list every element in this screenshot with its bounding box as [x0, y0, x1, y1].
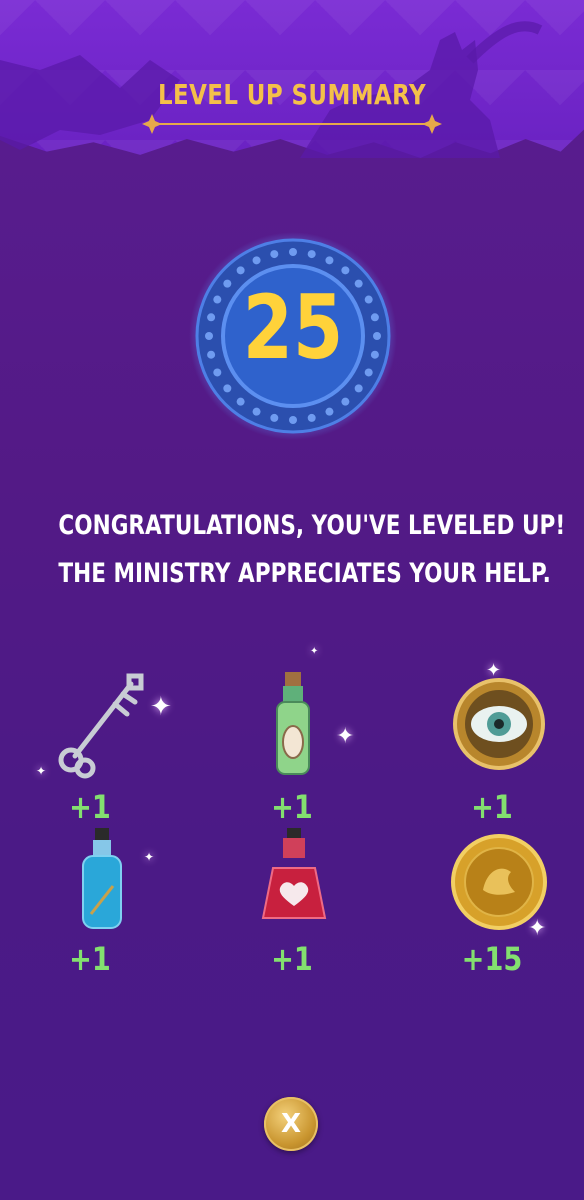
reward-item [424, 668, 574, 780]
key-icon [58, 673, 144, 779]
reward-amount: +15 [461, 940, 523, 978]
eye-amulet-icon [453, 678, 545, 770]
ministry-message: THE MINISTRY APPRECIATES YOUR HELP. [58, 558, 551, 589]
reward-item [26, 826, 176, 938]
badge-dot [270, 413, 279, 422]
badge-dot [289, 416, 297, 424]
reward-amount: +1 [471, 788, 513, 826]
reward-amount: +1 [271, 788, 313, 826]
badge-dot [341, 397, 350, 406]
congrats-message: CONGRATULATIONS, YOU'VE LEVELED UP! [58, 510, 566, 541]
badge-dot [270, 250, 279, 259]
reward-item [218, 826, 368, 938]
badge-dot [223, 384, 232, 393]
reward-item [30, 668, 180, 780]
badge-dot [325, 256, 334, 265]
badge-dot [289, 248, 297, 256]
reward-amount: +1 [69, 788, 111, 826]
badge-dot [252, 407, 261, 416]
brain-potion-icon [276, 672, 310, 775]
badge-dot [307, 413, 316, 422]
badge-dot [236, 266, 245, 275]
badge-dot [341, 266, 350, 275]
badge-dot [252, 256, 261, 265]
badge-dot [307, 250, 316, 259]
level-number: 25 [242, 276, 344, 379]
title-divider [142, 114, 442, 134]
page-title: LEVEL UP SUMMARY [157, 78, 427, 111]
heart-potion-icon [261, 828, 327, 919]
reward-amount: +1 [271, 940, 313, 978]
sparkle-icon: ✦ [310, 646, 319, 657]
reward-amount: +1 [69, 940, 111, 978]
badge-dot [354, 384, 363, 393]
close-button[interactable]: X [264, 1097, 318, 1151]
blue-potion-icon [82, 828, 122, 929]
reward-item [218, 668, 368, 784]
reward-item [424, 826, 574, 938]
gold-coin-icon [451, 834, 547, 930]
badge-dot [236, 397, 245, 406]
badge-dot [325, 407, 334, 416]
